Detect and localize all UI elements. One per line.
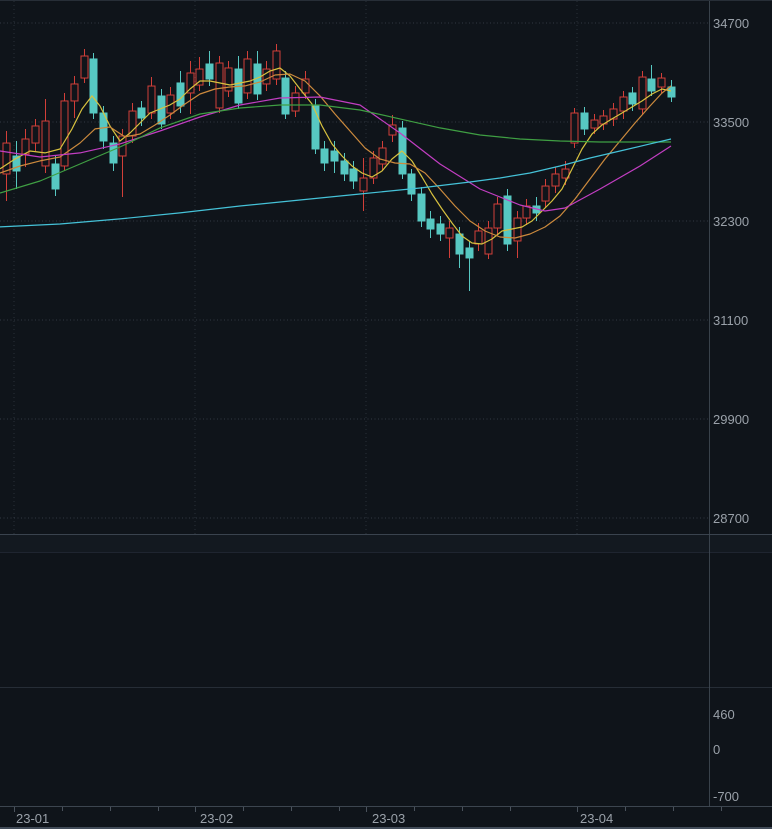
- time-axis-minor-tick: [62, 807, 63, 811]
- time-axis-label: 23-02: [200, 811, 234, 826]
- time-axis-minor-tick: [721, 807, 722, 811]
- time-axis-tick: [366, 807, 367, 812]
- macd-panel[interactable]: [0, 687, 772, 807]
- candlesticks: [2, 44, 676, 291]
- main-gridlines: [0, 1, 709, 534]
- time-axis-minor-tick: [339, 807, 340, 811]
- time-axis-minor-tick: [158, 807, 159, 811]
- stock-chart-app: 当前暂无相关数据 34700 33500 32300 31100 29900 28700 4…: [0, 0, 772, 829]
- time-axis-label: 23-03: [372, 811, 406, 826]
- time-axis-minor-tick: [462, 807, 463, 811]
- price-axis-label: 31100: [713, 312, 749, 328]
- price-axis-label: 32300: [713, 213, 750, 229]
- price-axis-label: 29900: [713, 411, 750, 427]
- time-axis-minor-tick: [414, 807, 415, 811]
- time-axis-minor-tick: [110, 807, 111, 811]
- macd-axis-label: 0: [713, 741, 721, 757]
- time-axis-minor-tick: [510, 807, 511, 811]
- panel-divider: [0, 534, 772, 553]
- time-axis-minor-tick: [673, 807, 674, 811]
- time-axis-label: 23-01: [16, 811, 50, 826]
- time-axis-tick: [14, 807, 15, 812]
- time-axis-tick: [195, 807, 196, 812]
- time-axis-label: 23-04: [580, 811, 614, 826]
- time-axis-minor-tick: [291, 807, 292, 811]
- candlestick-panel[interactable]: [0, 1, 772, 534]
- time-axis-minor-tick: [625, 807, 626, 811]
- price-axis-label: 33500: [713, 114, 750, 130]
- time-axis-minor-tick: [243, 807, 244, 811]
- time-axis-tick: [577, 807, 578, 812]
- price-axis-label: 34700: [713, 15, 750, 31]
- time-axis-line: [0, 806, 772, 807]
- price-axis-label: 28700: [713, 510, 750, 526]
- indicator-empty-panel: 当前暂无相关数据: [0, 553, 772, 687]
- macd-axis-label: 460: [713, 706, 735, 722]
- candlestick-chart[interactable]: [0, 1, 772, 534]
- price-axis-line: [709, 1, 710, 807]
- macd-axis-label: -700: [713, 788, 740, 804]
